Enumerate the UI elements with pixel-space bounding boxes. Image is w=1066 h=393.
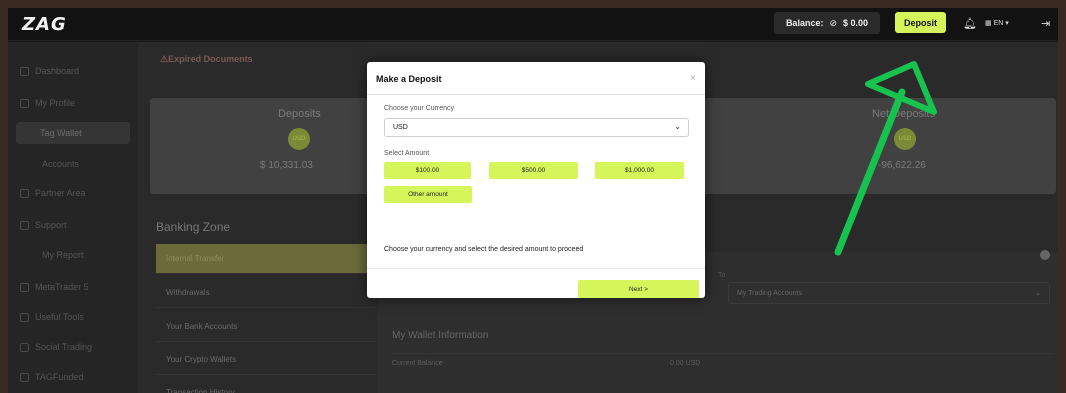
wallet-info-title: My Wallet Information <box>392 330 489 341</box>
stat-title-deposits: Deposits <box>278 108 321 120</box>
sidebar-item-social-trading[interactable]: Social Trading <box>20 342 92 352</box>
sidebar-item-support[interactable]: Support <box>20 220 67 230</box>
partner-icon <box>20 188 29 198</box>
usd-coin-icon: USD <box>288 128 310 150</box>
flag-icon: ▦ <box>985 20 992 27</box>
currency-select[interactable]: USD ⌄ <box>384 118 689 137</box>
support-icon <box>20 220 29 230</box>
eye-slash-icon[interactable]: ⊘ <box>829 18 837 29</box>
dashboard-icon <box>20 66 29 76</box>
banking-item-bank-accounts[interactable]: Your Bank Accounts <box>156 312 376 342</box>
deposit-modal: Make a Deposit × Choose your Currency US… <box>367 62 705 298</box>
wallet-balance-row: Current Balance 0.00 USD <box>392 353 1052 373</box>
logo: ZAG <box>22 14 67 35</box>
chevron-down-icon: ⌄ <box>674 122 681 131</box>
modal-hint: Choose your currency and select the desi… <box>384 246 584 253</box>
sidebar-item-label: Partner Area <box>35 188 86 198</box>
sidebar-item-partner-area[interactable]: Partner Area <box>20 188 86 198</box>
sidebar-item-tagfunded[interactable]: TAGFunded <box>20 372 83 382</box>
language-label: EN <box>993 20 1004 27</box>
app-window: ZAG Balance: ⊘ $ 0.00 Deposit 🔔︎ ▦ EN ▾ … <box>8 8 1058 393</box>
banking-item-transaction-history[interactable]: Transaction History <box>156 378 376 393</box>
banking-zone-title: Banking Zone <box>156 220 231 234</box>
sidebar-item-label: Useful Tools <box>35 312 84 322</box>
sidebar: Dashboard My Profile Tag Wallet Accounts… <box>8 42 138 393</box>
banking-item-withdrawals[interactable]: Withdrawals <box>156 278 376 308</box>
help-icon[interactable] <box>1040 250 1050 260</box>
balance-value: $ 0.00 <box>843 18 869 28</box>
sidebar-item-tag-wallet[interactable]: Tag Wallet <box>16 122 130 144</box>
currency-label: Choose your Currency <box>384 105 455 112</box>
chevron-down-icon: ⌄ <box>1035 290 1041 297</box>
current-balance-value: 0.00 USD <box>670 360 701 367</box>
language-selector[interactable]: ▦ EN ▾ <box>985 19 1009 27</box>
expired-documents-alert[interactable]: ⚠Expired Documents <box>160 54 253 65</box>
sidebar-item-label: Support <box>35 220 67 230</box>
sidebar-item-label: Dashboard <box>35 66 80 76</box>
stat-value-net-deposits: -96,622.26 <box>878 160 926 171</box>
warning-icon: ⚠ <box>160 54 169 64</box>
logout-icon[interactable]: ⇥ <box>1041 17 1050 30</box>
stat-value-deposits: $ 10,331.03 <box>260 160 313 171</box>
tools-icon <box>20 312 29 322</box>
sidebar-item-dashboard[interactable]: Dashboard <box>20 66 79 76</box>
top-bar: ZAG Balance: ⊘ $ 0.00 Deposit 🔔︎ ▦ EN ▾ … <box>8 8 1058 41</box>
sidebar-item-label: TAGFunded <box>35 372 84 382</box>
banking-item-internal-transfer[interactable]: Internal Transfer <box>156 244 376 274</box>
chevron-down-icon: ▾ <box>1005 20 1009 27</box>
sidebar-item-label: Accounts <box>42 159 80 169</box>
sidebar-item-accounts[interactable]: Accounts <box>42 159 79 169</box>
amount-500-button[interactable]: $500.00 <box>489 162 578 179</box>
sidebar-item-useful-tools[interactable]: Useful Tools <box>20 312 84 322</box>
sidebar-item-my-report[interactable]: My Report <box>42 250 84 260</box>
currency-value: USD <box>393 124 408 131</box>
modal-title: Make a Deposit <box>376 74 442 84</box>
to-label: To <box>718 272 726 279</box>
sidebar-item-label: MetaTrader 5 <box>35 282 89 292</box>
stat-title-net-deposits: Net Deposits <box>872 108 935 120</box>
banking-item-crypto-wallets[interactable]: Your Crypto Wallets <box>156 345 376 375</box>
other-amount-button[interactable]: Other amount <box>384 186 472 203</box>
sidebar-item-profile[interactable]: My Profile <box>20 98 75 108</box>
amount-1000-button[interactable]: $1,000.00 <box>595 162 684 179</box>
sidebar-item-label: My Report <box>42 250 84 260</box>
balance-display: Balance: ⊘ $ 0.00 <box>774 12 880 34</box>
bell-icon[interactable]: 🔔︎ <box>963 17 977 30</box>
expired-documents-label: Expired Documents <box>168 54 253 64</box>
next-button[interactable]: Next > <box>578 280 699 298</box>
sidebar-item-label: Social Trading <box>35 342 93 352</box>
chart-icon <box>20 282 29 292</box>
user-icon <box>20 98 29 108</box>
social-icon <box>20 342 29 352</box>
balance-label: Balance: <box>785 18 824 28</box>
modal-header: Make a Deposit × <box>367 62 705 95</box>
funded-icon <box>20 372 29 382</box>
sidebar-item-label: Tag Wallet <box>40 128 82 138</box>
sidebar-item-label: My Profile <box>35 98 76 108</box>
to-account-value: My Trading Accounts <box>737 290 802 297</box>
sidebar-item-metatrader[interactable]: MetaTrader 5 <box>20 282 89 292</box>
deposit-button[interactable]: Deposit <box>895 12 946 33</box>
to-account-select[interactable]: My Trading Accounts ⌄ <box>728 282 1050 304</box>
amount-100-button[interactable]: $100.00 <box>384 162 471 179</box>
amount-label: Select Amount <box>384 150 430 157</box>
close-icon[interactable]: × <box>690 73 696 84</box>
current-balance-label: Current Balance <box>392 360 443 367</box>
usd-coin-icon: USD <box>894 128 916 150</box>
